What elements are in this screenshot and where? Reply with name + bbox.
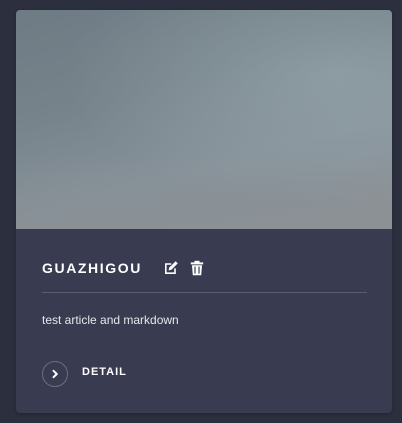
card-description: test article and markdown	[42, 313, 179, 327]
chevron-right-icon	[52, 369, 58, 379]
delete-button[interactable]	[188, 259, 206, 277]
card-title: GUAZHIGOU	[42, 260, 142, 276]
card-cover-image	[16, 10, 392, 229]
edit-icon	[164, 261, 178, 274]
detail-link[interactable]: DETAIL	[42, 360, 127, 388]
edit-button[interactable]	[162, 259, 180, 277]
detail-button[interactable]	[42, 361, 68, 387]
card-divider	[42, 292, 367, 293]
card-title-row: GUAZHIGOU	[42, 258, 206, 278]
article-card: GUAZHIGOU test article and markdown DETA…	[16, 10, 392, 413]
detail-label[interactable]: DETAIL	[82, 365, 127, 379]
trash-icon	[190, 260, 204, 276]
